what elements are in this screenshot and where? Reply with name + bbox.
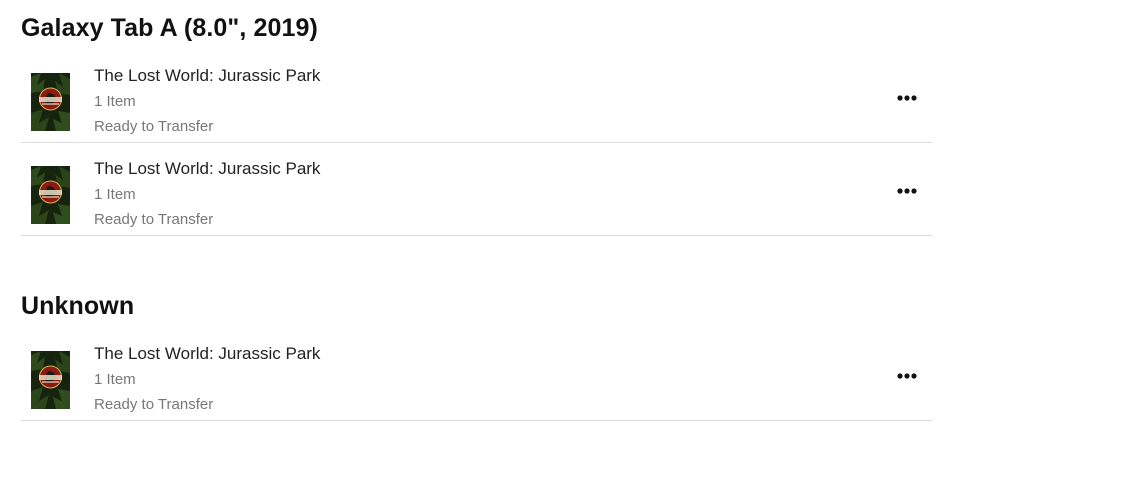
- transfer-page: Galaxy Tab A (8.0", 2019) The Lost World…: [0, 0, 1122, 480]
- item-status: Ready to Transfer: [94, 211, 214, 228]
- item-count: 1 Item: [94, 371, 136, 388]
- list-item[interactable]: The Lost World: Jurassic Park 1 Item Rea…: [21, 143, 932, 236]
- more-options-button[interactable]: [892, 88, 922, 108]
- more-options-button[interactable]: [892, 366, 922, 386]
- movie-poster-thumbnail: [31, 166, 70, 224]
- item-title: The Lost World: Jurassic Park: [94, 159, 321, 178]
- group-title: Unknown: [21, 292, 135, 320]
- list-item[interactable]: The Lost World: Jurassic Park 1 Item Rea…: [21, 328, 932, 421]
- more-options-button[interactable]: [892, 181, 922, 201]
- group-title: Galaxy Tab A (8.0", 2019): [21, 14, 318, 42]
- item-status: Ready to Transfer: [94, 118, 214, 135]
- item-status: Ready to Transfer: [94, 396, 214, 413]
- device-group: Unknown The Lost World: Jurassic Park 1 …: [21, 291, 932, 421]
- movie-poster-thumbnail: [31, 73, 70, 131]
- more-horizontal-icon: [897, 188, 917, 194]
- item-title: The Lost World: Jurassic Park: [94, 66, 321, 85]
- item-list: The Lost World: Jurassic Park 1 Item Rea…: [21, 328, 932, 421]
- list-item[interactable]: The Lost World: Jurassic Park 1 Item Rea…: [21, 50, 932, 143]
- item-list: The Lost World: Jurassic Park 1 Item Rea…: [21, 50, 932, 236]
- device-group: Galaxy Tab A (8.0", 2019) The Lost World…: [21, 13, 932, 236]
- item-count: 1 Item: [94, 93, 136, 110]
- movie-poster-thumbnail: [31, 351, 70, 409]
- more-horizontal-icon: [897, 95, 917, 101]
- item-count: 1 Item: [94, 186, 136, 203]
- item-title: The Lost World: Jurassic Park: [94, 344, 321, 363]
- more-horizontal-icon: [897, 373, 917, 379]
